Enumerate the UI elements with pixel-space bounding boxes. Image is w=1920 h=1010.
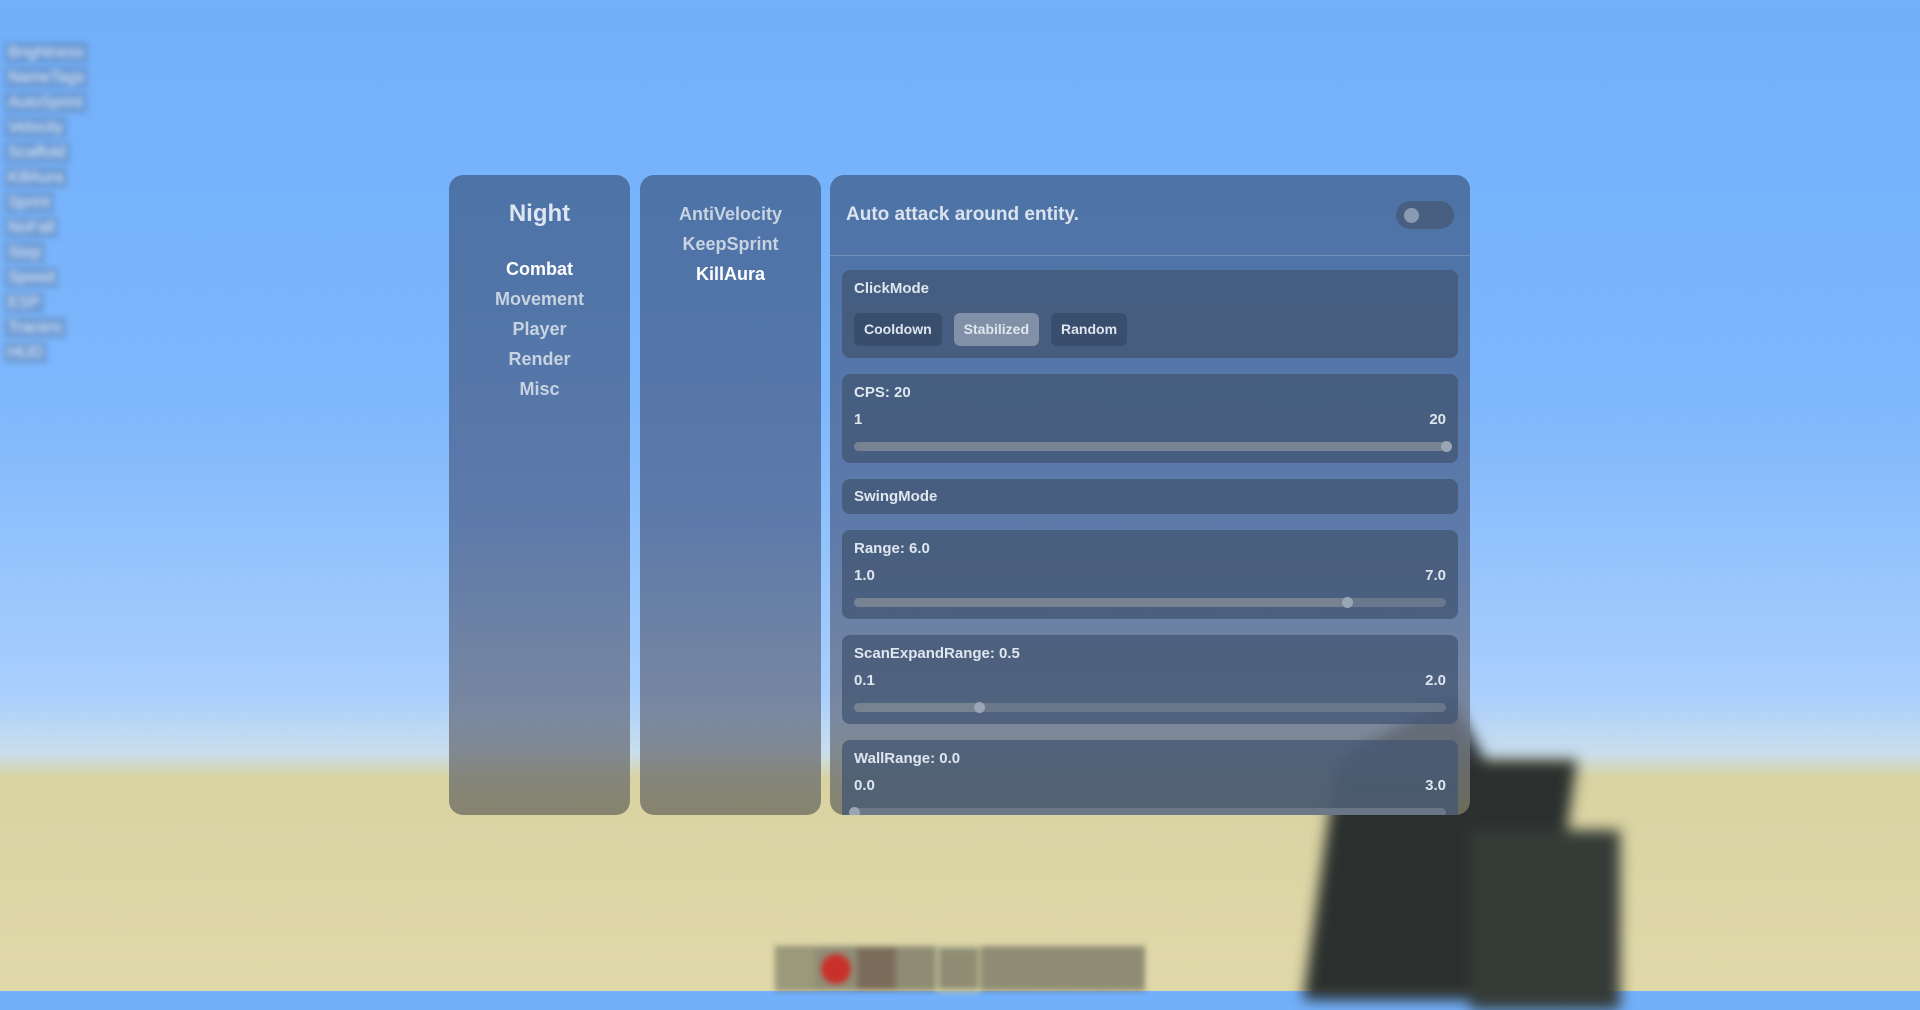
slider-min: 1 bbox=[854, 411, 863, 428]
category-panel: Night Combat Movement Player Render Misc bbox=[449, 175, 630, 815]
category-movement[interactable]: Movement bbox=[449, 284, 630, 314]
settings-panel: Auto attack around entity. ClickMode Coo… bbox=[830, 175, 1470, 815]
hud-module: AutoSprint bbox=[4, 92, 87, 113]
category-misc[interactable]: Misc bbox=[449, 374, 630, 404]
wall-range-slider[interactable] bbox=[849, 807, 1446, 815]
category-render[interactable]: Render bbox=[449, 344, 630, 374]
module-enable-toggle[interactable] bbox=[1396, 201, 1454, 229]
setting-swing-mode[interactable]: SwingMode bbox=[842, 479, 1458, 514]
client-logo: Night bbox=[508, 200, 571, 227]
category-player[interactable]: Player bbox=[449, 314, 630, 344]
setting-scan-expand-range: ScanExpandRange: 0.5 0.1 2.0 bbox=[842, 635, 1458, 724]
slider-fill bbox=[854, 703, 979, 712]
setting-label: SwingMode bbox=[854, 488, 938, 505]
hotbar bbox=[775, 945, 1145, 992]
slider-fill bbox=[854, 442, 1446, 451]
hud-module: Scaffold bbox=[4, 142, 70, 163]
setting-label: ScanExpandRange: 0.5 bbox=[854, 645, 1020, 662]
hud-module: KillAura bbox=[4, 167, 68, 188]
category-combat[interactable]: Combat bbox=[449, 254, 630, 284]
slider-min: 1.0 bbox=[854, 567, 875, 584]
settings-header: Auto attack around entity. bbox=[830, 175, 1470, 256]
hotbar-slot bbox=[857, 948, 896, 989]
slider-min: 0.1 bbox=[854, 672, 875, 689]
module-description: Auto attack around entity. bbox=[846, 204, 1079, 225]
setting-label: WallRange: 0.0 bbox=[854, 750, 961, 767]
hud-module: Tracers bbox=[4, 317, 66, 338]
slider-max: 7.0 bbox=[1425, 567, 1446, 584]
hotbar-slot bbox=[821, 954, 851, 984]
hud-module: Sprint bbox=[4, 192, 54, 213]
hotbar-slot bbox=[980, 948, 1019, 989]
hud-module: NoFall bbox=[4, 217, 59, 238]
hotbar-slot bbox=[898, 948, 937, 989]
settings-list: ClickMode Cooldown Stabilized Random CPS… bbox=[830, 256, 1470, 815]
category-list: Combat Movement Player Render Misc bbox=[449, 254, 630, 404]
hotbar-slot bbox=[1021, 948, 1060, 989]
mode-stabilized-button[interactable]: Stabilized bbox=[953, 313, 1040, 346]
click-mode-options: Cooldown Stabilized Random bbox=[854, 313, 1446, 346]
range-slider[interactable] bbox=[854, 597, 1446, 608]
setting-wall-range: WallRange: 0.0 0.0 3.0 bbox=[842, 740, 1458, 815]
mode-cooldown-button[interactable]: Cooldown bbox=[854, 313, 942, 346]
hotbar-slot-selected bbox=[936, 945, 981, 992]
slider-min: 0.0 bbox=[854, 777, 875, 794]
module-list: AntiVelocity KeepSprint KillAura bbox=[640, 199, 821, 289]
hud-module: Brightness bbox=[4, 42, 88, 63]
setting-cps: CPS: 20 1 20 bbox=[842, 374, 1458, 463]
hud-module: Step bbox=[4, 242, 45, 263]
hud-module: HUD bbox=[4, 342, 47, 363]
setting-label: CPS: 20 bbox=[854, 384, 911, 401]
slider-thumb[interactable] bbox=[1342, 597, 1354, 608]
hud-module: NameTags bbox=[4, 67, 89, 88]
mode-random-button[interactable]: Random bbox=[1051, 313, 1128, 346]
setting-range: Range: 6.0 1.0 7.0 bbox=[842, 530, 1458, 619]
hud-module-list: Brightness NameTags AutoSprint Velocity … bbox=[4, 40, 89, 365]
slider-thumb[interactable] bbox=[1441, 441, 1452, 452]
setting-label: Range: 6.0 bbox=[854, 540, 930, 557]
hotbar-slot bbox=[1062, 948, 1101, 989]
toggle-knob bbox=[1404, 208, 1419, 223]
slider-thumb[interactable] bbox=[849, 807, 860, 815]
hotbar-slot bbox=[776, 948, 815, 989]
hotbar-slot bbox=[1103, 948, 1142, 989]
hud-module: Speed bbox=[4, 267, 59, 288]
hud-module: Velocity bbox=[4, 117, 68, 138]
module-panel: AntiVelocity KeepSprint KillAura bbox=[640, 175, 821, 815]
module-keepsprint[interactable]: KeepSprint bbox=[640, 229, 821, 259]
scan-expand-range-slider[interactable] bbox=[854, 702, 1446, 713]
slider-max: 2.0 bbox=[1425, 672, 1446, 689]
slider-max: 3.0 bbox=[1425, 777, 1446, 794]
module-antivelocity[interactable]: AntiVelocity bbox=[640, 199, 821, 229]
module-killaura[interactable]: KillAura bbox=[640, 259, 821, 289]
cps-slider[interactable] bbox=[854, 441, 1452, 452]
setting-click-mode: ClickMode Cooldown Stabilized Random bbox=[842, 270, 1458, 358]
setting-label: ClickMode bbox=[854, 280, 930, 297]
slider-fill bbox=[854, 598, 1348, 607]
slider-thumb[interactable] bbox=[973, 702, 985, 713]
hud-module: ESP bbox=[4, 292, 45, 313]
slider-max: 20 bbox=[1429, 411, 1446, 428]
